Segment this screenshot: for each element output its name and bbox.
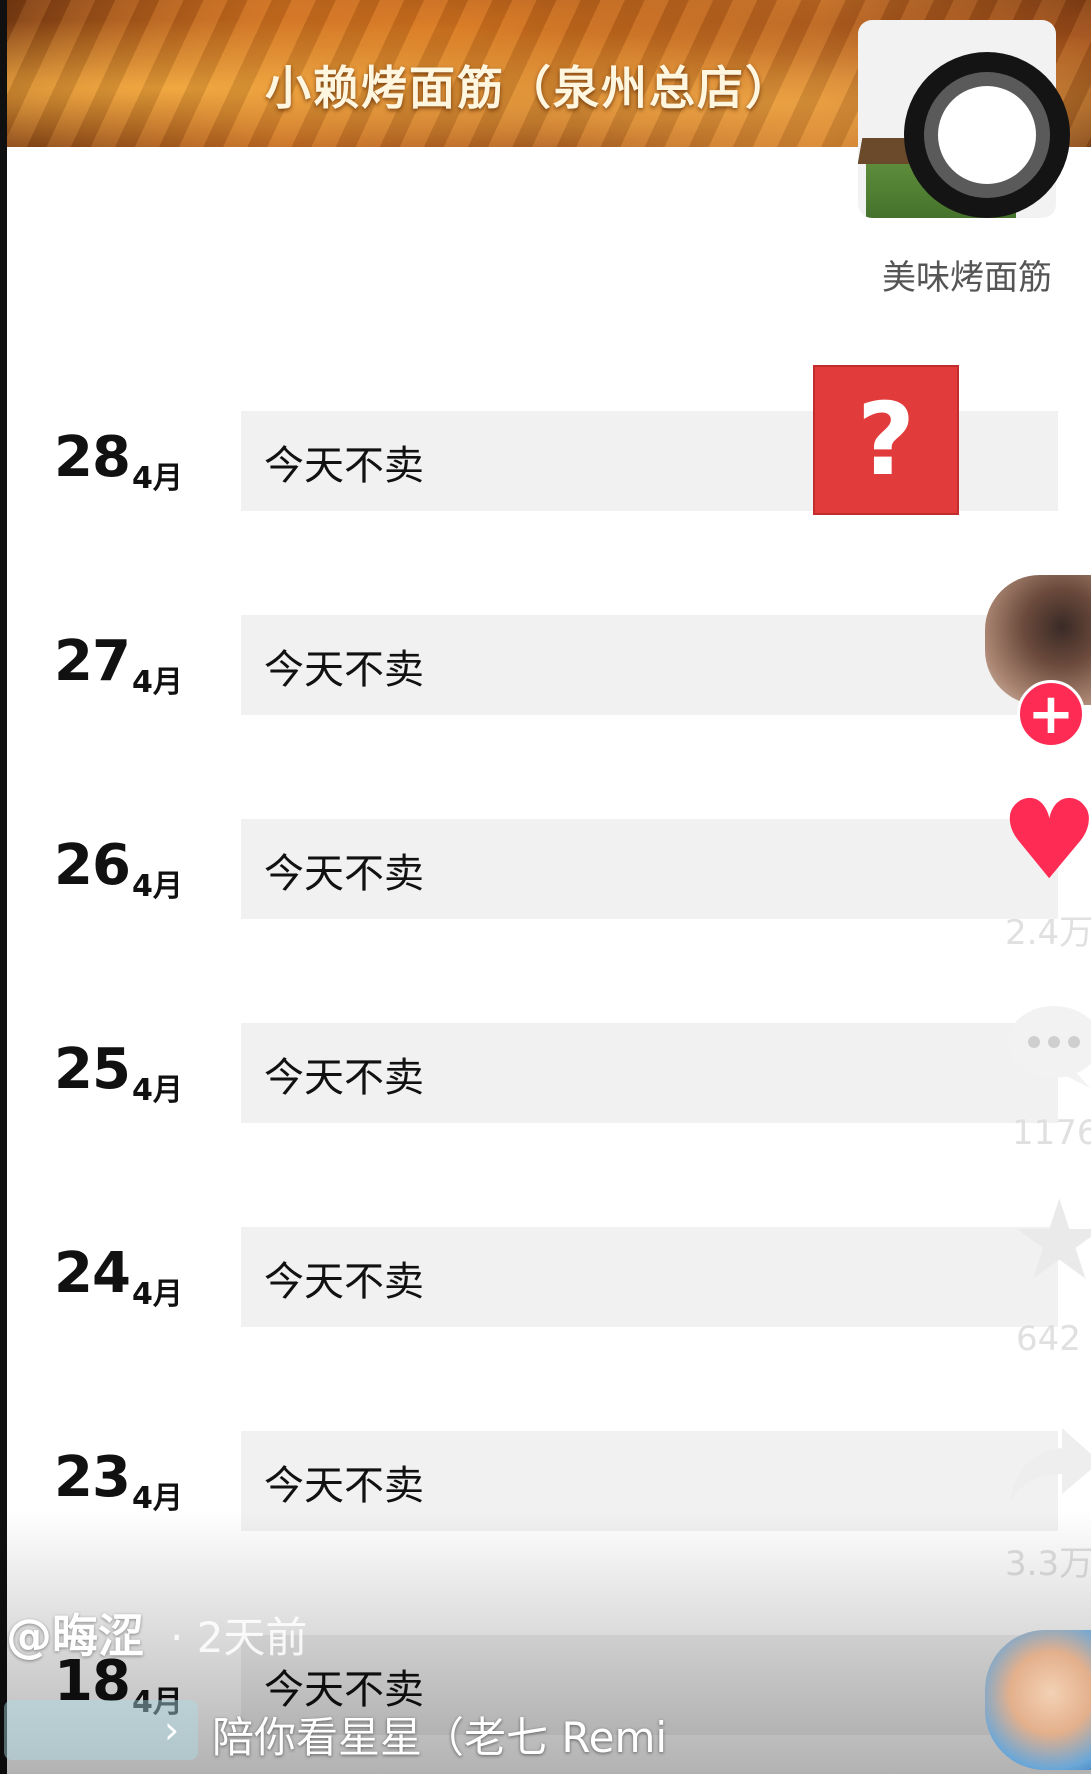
comment-count: 1176 [1012, 1113, 1091, 1153]
list-item: 26 4月 今天不卖 [0, 819, 1091, 919]
row-month: 4月 [132, 1073, 183, 1108]
like-count: 2.4万 [1005, 913, 1091, 953]
row-status: 今天不卖 [264, 1463, 424, 1509]
music-title[interactable]: 陪你看星星（老七 Remi [212, 1704, 667, 1765]
row-month: 4月 [132, 869, 183, 904]
camera-shutter-icon[interactable] [904, 52, 1070, 218]
star-icon[interactable]: ★ [1010, 1185, 1091, 1295]
row-status: 今天不卖 [264, 647, 424, 693]
row-status: 今天不卖 [264, 1055, 424, 1101]
post-time: · 2天前 [170, 1613, 308, 1662]
list-item: 25 4月 今天不卖 [0, 1023, 1091, 1123]
shutter-center [938, 86, 1036, 184]
list-item: 24 4月 今天不卖 [0, 1227, 1091, 1327]
share-icon[interactable] [1004, 1420, 1091, 1510]
heart-icon[interactable]: ♥ [1000, 785, 1091, 895]
row-month: 4月 [132, 1481, 183, 1516]
music-disc-avatar[interactable] [985, 1630, 1091, 1770]
list-item: 27 4月 今天不卖 [0, 615, 1091, 715]
list-item: 23 4月 今天不卖 [0, 1431, 1091, 1531]
share-count: 3.3万 [1005, 1544, 1091, 1584]
shop-subtitle: 美味烤面筋 [882, 258, 1052, 298]
row-day: 27 [54, 629, 131, 694]
comment-icon[interactable] [1002, 1002, 1091, 1092]
favorite-count: 642 [1016, 1319, 1081, 1359]
row-month: 4月 [132, 665, 183, 700]
row-day: 23 [54, 1445, 131, 1510]
row-month: 4月 [132, 461, 183, 496]
row-status: 今天不卖 [264, 851, 424, 897]
row-status: 今天不卖 [264, 443, 424, 489]
row-day: 25 [54, 1037, 131, 1102]
row-day: 24 [54, 1241, 131, 1306]
chevron-right-icon: › [164, 1708, 180, 1752]
row-day: 26 [54, 833, 131, 898]
row-month: 4月 [132, 1277, 183, 1312]
row-status: 今天不卖 [264, 1259, 424, 1305]
shop-title: 小赖烤面筋（泉州总店） [265, 61, 793, 115]
question-mark-sticker: ? [813, 365, 959, 515]
row-day: 28 [54, 425, 131, 490]
follow-button[interactable]: + [1017, 680, 1085, 748]
author-name[interactable]: @晦涩 [6, 1600, 144, 1666]
